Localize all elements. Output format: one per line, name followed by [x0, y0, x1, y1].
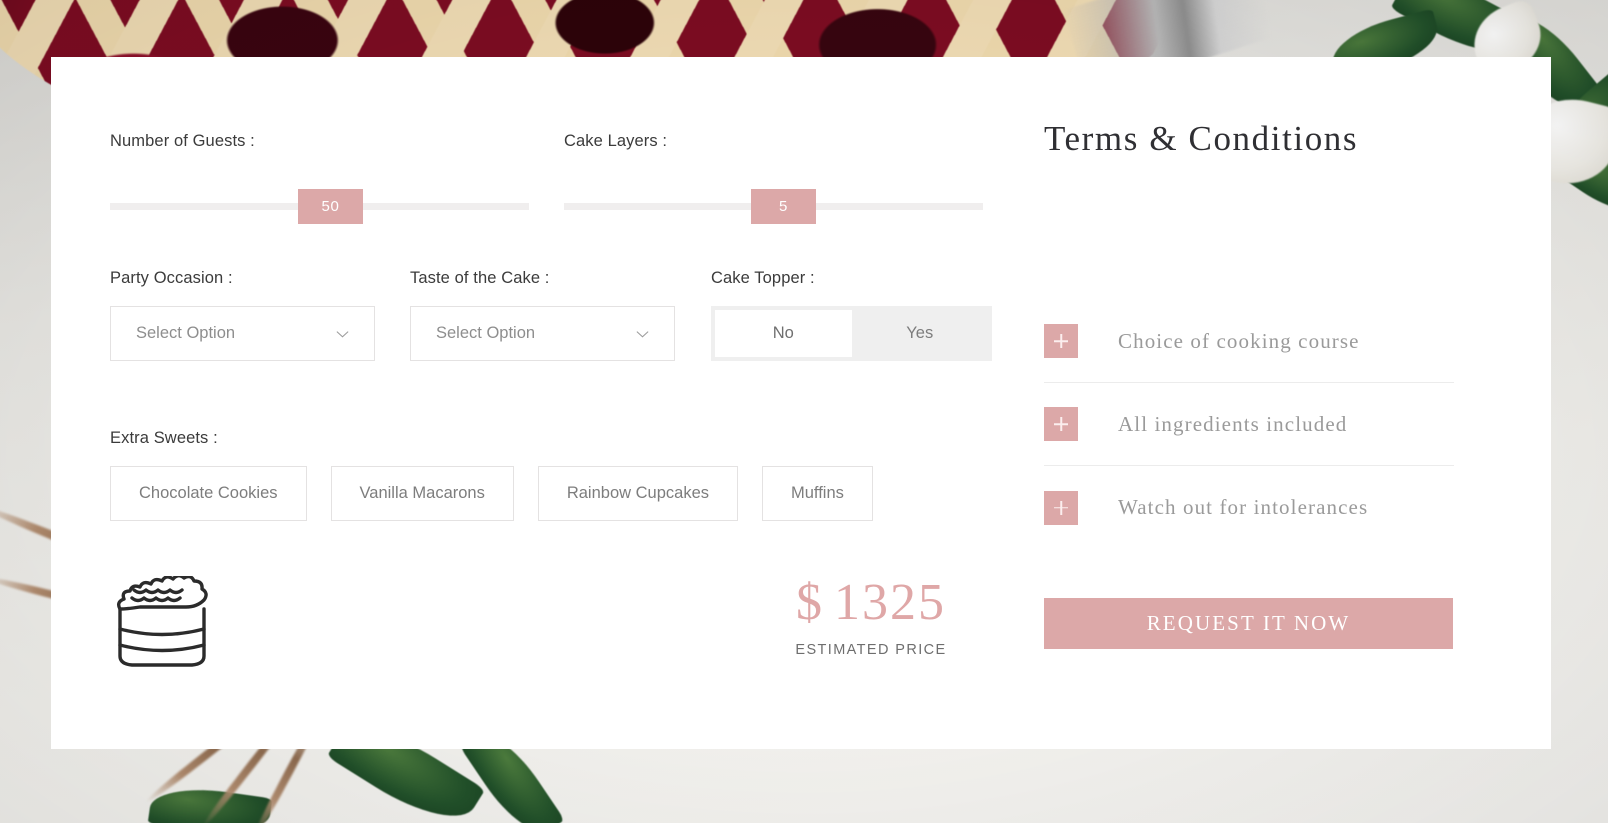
cake-layers-slider[interactable]: 5	[564, 189, 983, 224]
cake-topper-option-no[interactable]: No	[715, 310, 852, 357]
cake-layers-slider-handle[interactable]: 5	[751, 189, 816, 224]
request-it-now-button[interactable]: REQUEST IT NOW	[1044, 598, 1453, 649]
chevron-down-icon	[635, 326, 650, 341]
cake-topper-option-yes[interactable]: Yes	[852, 310, 989, 357]
price-caption: ESTIMATED PRICE	[795, 642, 947, 658]
estimated-price-block: $1325 ESTIMATED PRICE	[741, 577, 1001, 659]
taste-of-the-cake-select[interactable]: Select Option	[410, 306, 675, 361]
cake-topper-toggle[interactable]: No Yes	[711, 306, 992, 361]
terms-title: Terms & Conditions	[1044, 119, 1359, 158]
extra-sweet-chip-rainbow-cupcakes[interactable]: Rainbow Cupcakes	[537, 466, 739, 521]
extra-sweet-chip-muffins[interactable]: Muffins	[762, 466, 873, 521]
taste-of-the-cake-label: Taste of the Cake :	[410, 269, 550, 287]
cake-layers-label: Cake Layers :	[564, 132, 668, 150]
price-currency-symbol: $	[796, 574, 824, 631]
plus-icon[interactable]	[1044, 490, 1078, 525]
terms-accordion-item-ingredients[interactable]: All ingredients included	[1044, 383, 1454, 466]
terms-accordion-item-cooking-course[interactable]: Choice of cooking course	[1044, 300, 1454, 383]
plus-icon[interactable]	[1044, 407, 1078, 441]
number-of-guests-label: Number of Guests :	[110, 132, 255, 150]
plus-icon[interactable]	[1044, 324, 1078, 358]
number-of-guests-slider-handle[interactable]: 50	[298, 189, 363, 224]
extra-sweet-chip-vanilla-macarons[interactable]: Vanilla Macarons	[330, 466, 514, 521]
terms-accordion-label: Choice of cooking course	[1118, 328, 1360, 353]
party-occasion-select-value: Select Option	[136, 324, 236, 342]
price-value: 1325	[834, 574, 946, 631]
chevron-down-icon	[335, 326, 350, 341]
extra-sweets-chip-group: Chocolate Cookies Vanilla Macarons Rainb…	[110, 466, 897, 521]
extra-sweets-label: Extra Sweets :	[110, 429, 218, 447]
cake-configurator-card: Number of Guests : 50 Cake Layers : 5 Pa…	[51, 57, 1551, 749]
extra-sweet-chip-chocolate-cookies[interactable]: Chocolate Cookies	[110, 466, 307, 521]
cake-topper-label: Cake Topper :	[711, 269, 815, 287]
terms-accordion-item-intolerances[interactable]: Watch out for intolerances	[1044, 466, 1454, 549]
terms-accordion-label: All ingredients included	[1118, 411, 1348, 436]
terms-accordion-list: Choice of cooking course All ingredients…	[1044, 300, 1454, 549]
terms-accordion-label: Watch out for intolerances	[1118, 495, 1369, 519]
number-of-guests-slider[interactable]: 50	[110, 189, 529, 224]
party-occasion-label: Party Occasion :	[110, 269, 233, 287]
price-amount: $1325	[741, 577, 1001, 629]
party-occasion-select[interactable]: Select Option	[110, 306, 375, 361]
cake-icon	[110, 574, 214, 668]
taste-of-the-cake-select-value: Select Option	[436, 324, 536, 342]
